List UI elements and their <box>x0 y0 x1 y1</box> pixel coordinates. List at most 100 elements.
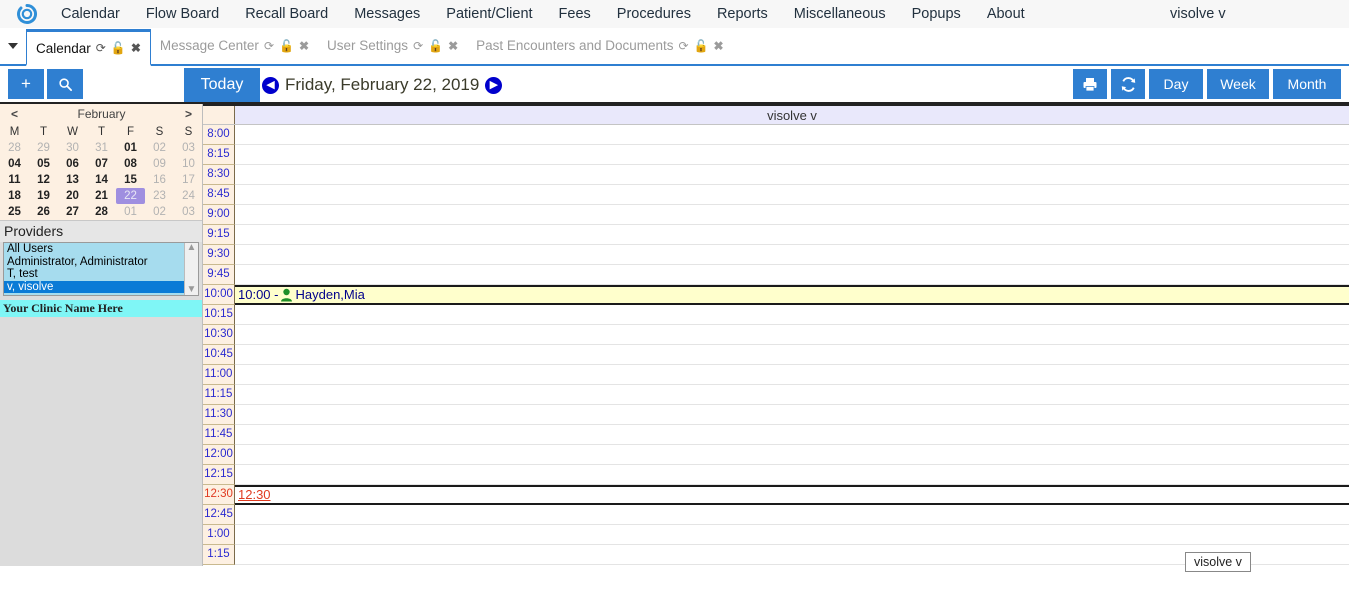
mini-calendar-day-17[interactable]: 17 <box>174 172 202 188</box>
providers-list[interactable]: All Users Administrator, Administrator T… <box>4 243 184 295</box>
time-slot-label-8-15[interactable]: 8:15 <box>203 145 235 165</box>
empty-slot-cell[interactable] <box>235 425 1349 445</box>
mini-calendar-day-14[interactable]: 14 <box>87 172 116 188</box>
nav-item-reports[interactable]: Reports <box>704 0 781 28</box>
tab-unlock-icon[interactable]: 🔓 <box>694 40 709 52</box>
empty-slot-cell[interactable] <box>235 385 1349 405</box>
providers-listbox[interactable]: All Users Administrator, Administrator T… <box>3 242 199 296</box>
time-slot-label-12-45[interactable]: 12:45 <box>203 505 235 525</box>
time-slot-label-10-00[interactable]: 10:00 <box>203 285 235 305</box>
nav-item-patient-client[interactable]: Patient/Client <box>433 0 545 28</box>
tab-refresh-icon[interactable]: ⟳ <box>679 40 689 52</box>
mini-calendar-day-20[interactable]: 20 <box>58 188 87 204</box>
mini-calendar-next-month-button[interactable]: > <box>174 104 202 124</box>
mini-calendar-day-15[interactable]: 15 <box>116 172 145 188</box>
time-slot-label-9-00[interactable]: 9:00 <box>203 205 235 225</box>
mini-calendar-day-26[interactable]: 26 <box>29 204 58 220</box>
previous-day-chevron-left-icon[interactable]: ◀ <box>262 76 279 94</box>
open-slot-block[interactable]: 12:30 <box>235 485 1349 505</box>
mini-calendar-day-18[interactable]: 18 <box>0 188 29 204</box>
tab-past-encounters-and-documents[interactable]: Past Encounters and Documents ⟳ 🔓 ✖ <box>467 27 732 64</box>
mini-calendar-day-03[interactable]: 03 <box>174 140 202 156</box>
providers-scrollbar[interactable]: ▲ ▼ <box>184 243 198 295</box>
provider-item-all-users[interactable]: All Users <box>4 243 184 256</box>
empty-slot-cell[interactable] <box>235 165 1349 185</box>
mini-calendar-day-03[interactable]: 03 <box>174 204 202 220</box>
mini-calendar-day-02[interactable]: 02 <box>145 140 174 156</box>
empty-slot-cell[interactable] <box>235 465 1349 485</box>
mini-calendar-day-04[interactable]: 04 <box>0 156 29 172</box>
empty-slot-cell[interactable] <box>235 405 1349 425</box>
mini-calendar-day-28[interactable]: 28 <box>87 204 116 220</box>
time-slot-label-12-00[interactable]: 12:00 <box>203 445 235 465</box>
time-slot-label-9-15[interactable]: 9:15 <box>203 225 235 245</box>
time-slot-label-10-45[interactable]: 10:45 <box>203 345 235 365</box>
tab-close-icon[interactable]: ✖ <box>131 42 141 54</box>
mini-calendar-day-30[interactable]: 30 <box>58 140 87 156</box>
nav-item-procedures[interactable]: Procedures <box>604 0 704 28</box>
provider-item-administrator[interactable]: Administrator, Administrator <box>4 256 184 269</box>
empty-slot-cell[interactable] <box>235 325 1349 345</box>
nav-item-miscellaneous[interactable]: Miscellaneous <box>781 0 899 28</box>
tab-close-icon[interactable]: ✖ <box>714 40 724 52</box>
mini-calendar-prev-month-button[interactable]: < <box>0 104 29 124</box>
month-view-button[interactable]: Month <box>1273 69 1341 99</box>
appointment-block[interactable]: 10:00 - Hayden,Mia <box>235 285 1349 305</box>
empty-slot-cell[interactable] <box>235 205 1349 225</box>
mini-calendar-day-25[interactable]: 25 <box>0 204 29 220</box>
time-slot-label-11-45[interactable]: 11:45 <box>203 425 235 445</box>
empty-slot-cell[interactable] <box>235 225 1349 245</box>
mini-calendar-day-10[interactable]: 10 <box>174 156 202 172</box>
chevron-up-icon[interactable]: ▲ <box>187 243 197 253</box>
time-slot-label-9-30[interactable]: 9:30 <box>203 245 235 265</box>
nav-item-popups[interactable]: Popups <box>899 0 974 28</box>
time-slot-label-1-00[interactable]: 1:00 <box>203 525 235 545</box>
nav-item-fees[interactable]: Fees <box>546 0 604 28</box>
next-day-chevron-right-icon[interactable]: ▶ <box>485 76 503 94</box>
nav-item-messages[interactable]: Messages <box>341 0 433 28</box>
mini-calendar-day-08[interactable]: 08 <box>116 156 145 172</box>
time-slot-label-11-15[interactable]: 11:15 <box>203 385 235 405</box>
mini-calendar-day-06[interactable]: 06 <box>58 156 87 172</box>
nav-item-calendar[interactable]: Calendar <box>48 0 133 28</box>
mini-calendar-day-02[interactable]: 02 <box>145 204 174 220</box>
print-button[interactable] <box>1073 69 1107 99</box>
week-view-button[interactable]: Week <box>1207 69 1269 99</box>
empty-slot-cell[interactable] <box>235 505 1349 525</box>
provider-item-v-visolve[interactable]: v, visolve <box>4 280 184 294</box>
time-slot-label-8-30[interactable]: 8:30 <box>203 165 235 185</box>
mini-calendar-day-21[interactable]: 21 <box>87 188 116 204</box>
tab-calendar[interactable]: Calendar ⟳ 🔓 ✖ <box>26 29 151 66</box>
mini-calendar-day-29[interactable]: 29 <box>29 140 58 156</box>
nav-item-about[interactable]: About <box>974 0 1038 28</box>
tab-unlock-icon[interactable]: 🔓 <box>279 40 294 52</box>
empty-slot-cell[interactable] <box>235 445 1349 465</box>
time-slot-label-12-30[interactable]: 12:30 <box>203 485 235 505</box>
time-slot-label-11-30[interactable]: 11:30 <box>203 405 235 425</box>
mini-calendar-day-24[interactable]: 24 <box>174 188 202 204</box>
empty-slot-cell[interactable] <box>235 125 1349 145</box>
empty-slot-cell[interactable] <box>235 305 1349 325</box>
mini-calendar-day-19[interactable]: 19 <box>29 188 58 204</box>
tab-refresh-icon[interactable]: ⟳ <box>96 42 106 54</box>
mini-calendar-day-05[interactable]: 05 <box>29 156 58 172</box>
mini-calendar-day-22[interactable]: 22 <box>116 188 145 204</box>
tab-user-settings[interactable]: User Settings ⟳ 🔓 ✖ <box>318 27 467 64</box>
tab-refresh-icon[interactable]: ⟳ <box>413 40 423 52</box>
mini-calendar-day-28[interactable]: 28 <box>0 140 29 156</box>
refresh-button[interactable] <box>1111 69 1145 99</box>
empty-slot-cell[interactable] <box>235 525 1349 545</box>
time-slot-label-11-00[interactable]: 11:00 <box>203 365 235 385</box>
empty-slot-cell[interactable] <box>235 245 1349 265</box>
mini-calendar-day-07[interactable]: 07 <box>87 156 116 172</box>
tab-unlock-icon[interactable]: 🔓 <box>111 42 126 54</box>
mini-calendar-day-09[interactable]: 09 <box>145 156 174 172</box>
tab-refresh-icon[interactable]: ⟳ <box>264 40 274 52</box>
appointment-patient-name[interactable]: Hayden,Mia <box>295 287 364 303</box>
tab-message-center[interactable]: Message Center ⟳ 🔓 ✖ <box>151 27 318 64</box>
open-slot-time-link[interactable]: 12:30 <box>238 487 271 502</box>
empty-slot-cell[interactable] <box>235 265 1349 285</box>
empty-slot-cell[interactable] <box>235 185 1349 205</box>
mini-calendar-day-12[interactable]: 12 <box>29 172 58 188</box>
add-appointment-button[interactable]: + <box>8 69 44 99</box>
